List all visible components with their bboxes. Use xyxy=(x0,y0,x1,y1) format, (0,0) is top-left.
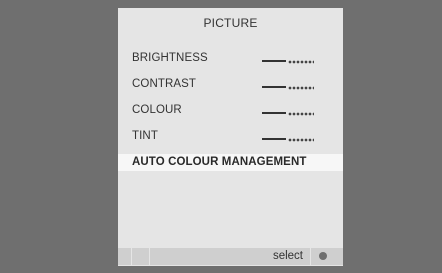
menu-item-tint[interactable]: TINT xyxy=(118,128,343,145)
level-remaining xyxy=(288,58,314,64)
menu-item-label: TINT xyxy=(132,130,158,142)
tint-level-indicator[interactable] xyxy=(262,136,314,142)
footer-divider xyxy=(310,248,311,265)
colour-level-indicator[interactable] xyxy=(262,110,314,116)
dot-icon[interactable] xyxy=(319,252,327,260)
footer-segment xyxy=(132,248,150,265)
level-remaining xyxy=(288,136,314,142)
level-remaining xyxy=(288,110,314,116)
menu-item-label: BRIGHTNESS xyxy=(132,52,208,64)
menu-item-brightness[interactable]: BRIGHTNESS xyxy=(118,50,343,67)
picture-menu-panel: PICTURE BRIGHTNESS CONTRAST COLOUR TINT … xyxy=(118,8,343,266)
menu-footer-bar: select xyxy=(118,248,343,265)
level-fill xyxy=(262,112,286,114)
menu-title: PICTURE xyxy=(203,16,258,30)
menu-item-colour[interactable]: COLOUR xyxy=(118,102,343,119)
level-fill xyxy=(262,86,286,88)
menu-item-label: COLOUR xyxy=(132,104,182,116)
footer-segment xyxy=(118,248,132,265)
menu-item-label: AUTO COLOUR MANAGEMENT xyxy=(132,156,307,168)
contrast-level-indicator[interactable] xyxy=(262,84,314,90)
select-hint-label: select xyxy=(272,250,303,262)
level-fill xyxy=(262,138,286,140)
menu-item-label: CONTRAST xyxy=(132,78,197,90)
menu-item-auto-colour-management[interactable]: AUTO COLOUR MANAGEMENT xyxy=(118,154,343,171)
brightness-level-indicator[interactable] xyxy=(262,58,314,64)
menu-item-contrast[interactable]: CONTRAST xyxy=(118,76,343,93)
level-remaining xyxy=(288,84,314,90)
level-fill xyxy=(262,60,286,62)
